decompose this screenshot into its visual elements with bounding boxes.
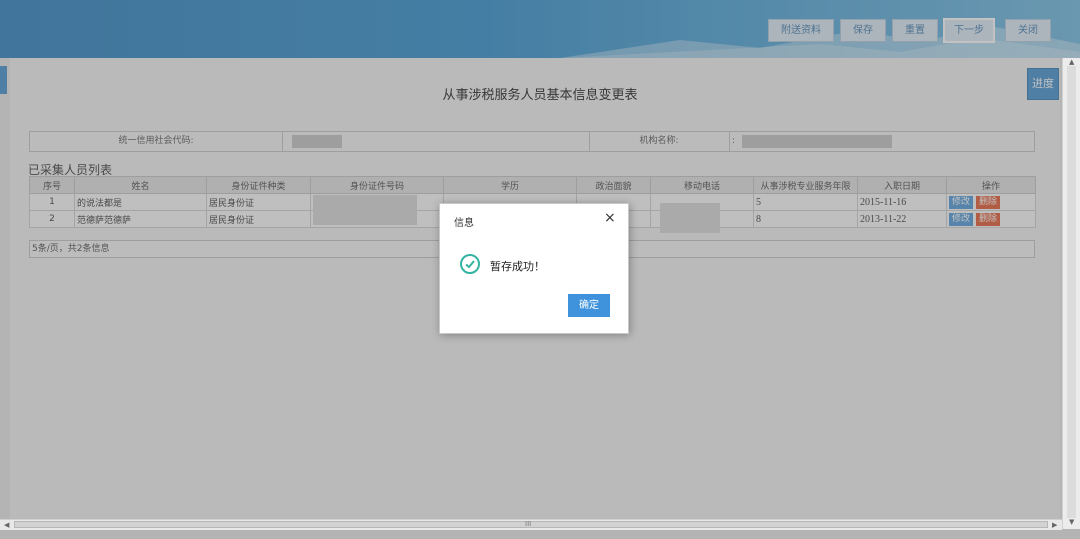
scroll-grip: III bbox=[525, 520, 532, 528]
vertical-scrollbar[interactable]: ▲ ▼ bbox=[1062, 58, 1080, 529]
close-icon[interactable]: × bbox=[604, 210, 616, 226]
scroll-down-icon[interactable]: ▼ bbox=[1069, 518, 1074, 526]
info-dialog: 信息 × 暂存成功！ 确定 bbox=[439, 203, 629, 334]
confirm-button[interactable]: 确定 bbox=[568, 294, 610, 317]
vertical-scroll-thumb[interactable] bbox=[1067, 66, 1076, 518]
scroll-up-icon[interactable]: ▲ bbox=[1069, 58, 1074, 66]
dialog-title: 信息 bbox=[454, 218, 474, 229]
horizontal-scroll-thumb[interactable]: III bbox=[14, 520, 1048, 528]
scroll-right-icon[interactable]: ▶ bbox=[1052, 521, 1057, 529]
horizontal-scrollbar[interactable]: ◀ III ▶ bbox=[0, 519, 1062, 530]
dialog-message: 暂存成功！ bbox=[490, 260, 545, 273]
scroll-left-icon[interactable]: ◀ bbox=[4, 521, 9, 529]
success-check-icon bbox=[460, 254, 480, 274]
